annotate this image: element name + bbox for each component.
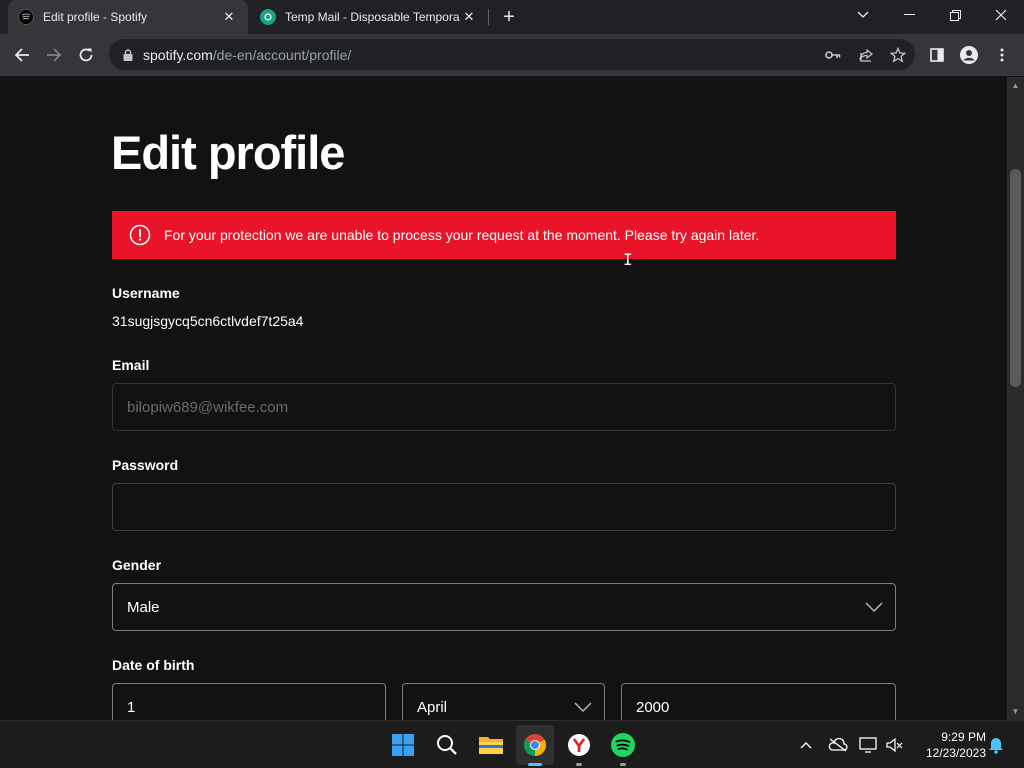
url-host: spotify.com [143, 46, 213, 63]
page-scrollbar[interactable]: ▲ ▼ [1007, 77, 1024, 720]
dob-month-value: April [417, 698, 448, 716]
address-bar[interactable]: spotify.com/de-en/account/profile/ [109, 39, 915, 70]
tab-temp-mail[interactable]: Temp Mail - Disposable Tempora ✕ [250, 0, 488, 34]
email-field-value: bilopiw689@wikfee.com [127, 398, 289, 416]
alert-message: For your protection we are unable to pro… [164, 227, 760, 243]
share-icon[interactable] [857, 46, 875, 64]
tab-close-icon[interactable]: ✕ [220, 8, 238, 26]
page-title: Edit profile [111, 126, 345, 179]
temp-mail-favicon-icon [260, 9, 276, 25]
file-explorer-icon[interactable] [475, 729, 507, 761]
bookmark-star-icon[interactable] [889, 46, 907, 64]
username-value: 31sugjsgycq5cn6ctlvdef7t25a4 [112, 313, 304, 329]
tab-separator [488, 9, 489, 25]
close-window-icon[interactable] [978, 0, 1024, 30]
username-label: Username [112, 285, 180, 301]
password-label: Password [112, 457, 179, 473]
dob-month-select[interactable]: April [402, 683, 605, 720]
gender-select[interactable]: Male [112, 583, 896, 631]
url-path: /de-en/account/profile/ [212, 46, 352, 63]
dob-day-field[interactable]: 1 [112, 683, 386, 720]
browser-toolbar: spotify.com/de-en/account/profile/ [0, 34, 1024, 76]
gender-select-value: Male [127, 598, 160, 616]
yandex-browser-icon[interactable] [563, 729, 595, 761]
spotify-favicon-icon [18, 9, 34, 25]
back-icon[interactable] [8, 41, 36, 69]
profile-avatar-icon[interactable] [955, 41, 983, 69]
search-icon[interactable] [431, 729, 463, 761]
browser-tab-bar: Edit profile - Spotify ✕ Temp Mail - Dis… [0, 0, 1024, 34]
spotify-running-indicator [620, 763, 626, 766]
forward-icon[interactable] [40, 41, 68, 69]
page-content: Edit profile For your protection we are … [0, 77, 1007, 720]
tab-search-chevron-icon[interactable] [840, 0, 886, 30]
minimize-icon[interactable] [886, 0, 932, 30]
yandex-running-indicator [576, 763, 582, 766]
onedrive-offline-icon[interactable] [828, 735, 848, 755]
windows-start-icon[interactable] [387, 729, 419, 761]
chevron-down-icon [574, 702, 592, 712]
key-icon[interactable] [824, 46, 842, 64]
chrome-icon[interactable] [519, 729, 551, 761]
reload-icon[interactable] [72, 41, 100, 69]
password-field[interactable] [112, 483, 896, 531]
dob-label: Date of birth [112, 657, 195, 673]
notification-bell-icon[interactable] [986, 735, 1006, 755]
spotify-icon[interactable] [607, 729, 639, 761]
chevron-down-icon [865, 602, 883, 612]
display-network-icon[interactable] [859, 735, 879, 755]
scroll-down-icon[interactable]: ▼ [1011, 707, 1020, 716]
lock-icon[interactable] [121, 48, 135, 62]
dob-year-value: 2000 [636, 698, 670, 716]
email-label: Email [112, 357, 150, 373]
text-cursor-icon: I [623, 250, 633, 269]
clock-date: 12/23/2023 [925, 746, 986, 760]
alert-circle-icon [129, 224, 151, 246]
email-field[interactable]: bilopiw689@wikfee.com [112, 383, 896, 431]
error-alert: For your protection we are unable to pro… [112, 211, 896, 259]
taskbar-clock[interactable]: 9:29 PM 12/23/2023 [914, 729, 986, 761]
dob-year-field[interactable]: 2000 [621, 683, 896, 720]
browser-menu-icon[interactable] [988, 41, 1016, 69]
speaker-muted-icon[interactable] [885, 735, 905, 755]
tab-title: Temp Mail - Disposable Tempora [285, 10, 460, 24]
tray-overflow-chevron-icon[interactable] [796, 735, 816, 755]
tab-close-icon[interactable]: ✕ [460, 8, 478, 26]
clock-time: 9:29 PM [941, 730, 986, 744]
gender-label: Gender [112, 557, 162, 573]
url-text: spotify.com/de-en/account/profile/ [143, 47, 351, 63]
dob-day-value: 1 [127, 698, 136, 716]
tab-title: Edit profile - Spotify [43, 10, 148, 24]
tab-edit-profile-spotify[interactable]: Edit profile - Spotify ✕ [8, 0, 248, 34]
windows-taskbar: 9:29 PM 12/23/2023 [0, 720, 1024, 768]
new-tab-icon[interactable]: + [498, 6, 520, 28]
scroll-thumb[interactable] [1010, 169, 1021, 387]
chrome-running-indicator [528, 763, 542, 766]
restore-icon[interactable] [932, 0, 978, 30]
scroll-up-icon[interactable]: ▲ [1011, 81, 1020, 90]
side-panel-icon[interactable] [923, 41, 951, 69]
